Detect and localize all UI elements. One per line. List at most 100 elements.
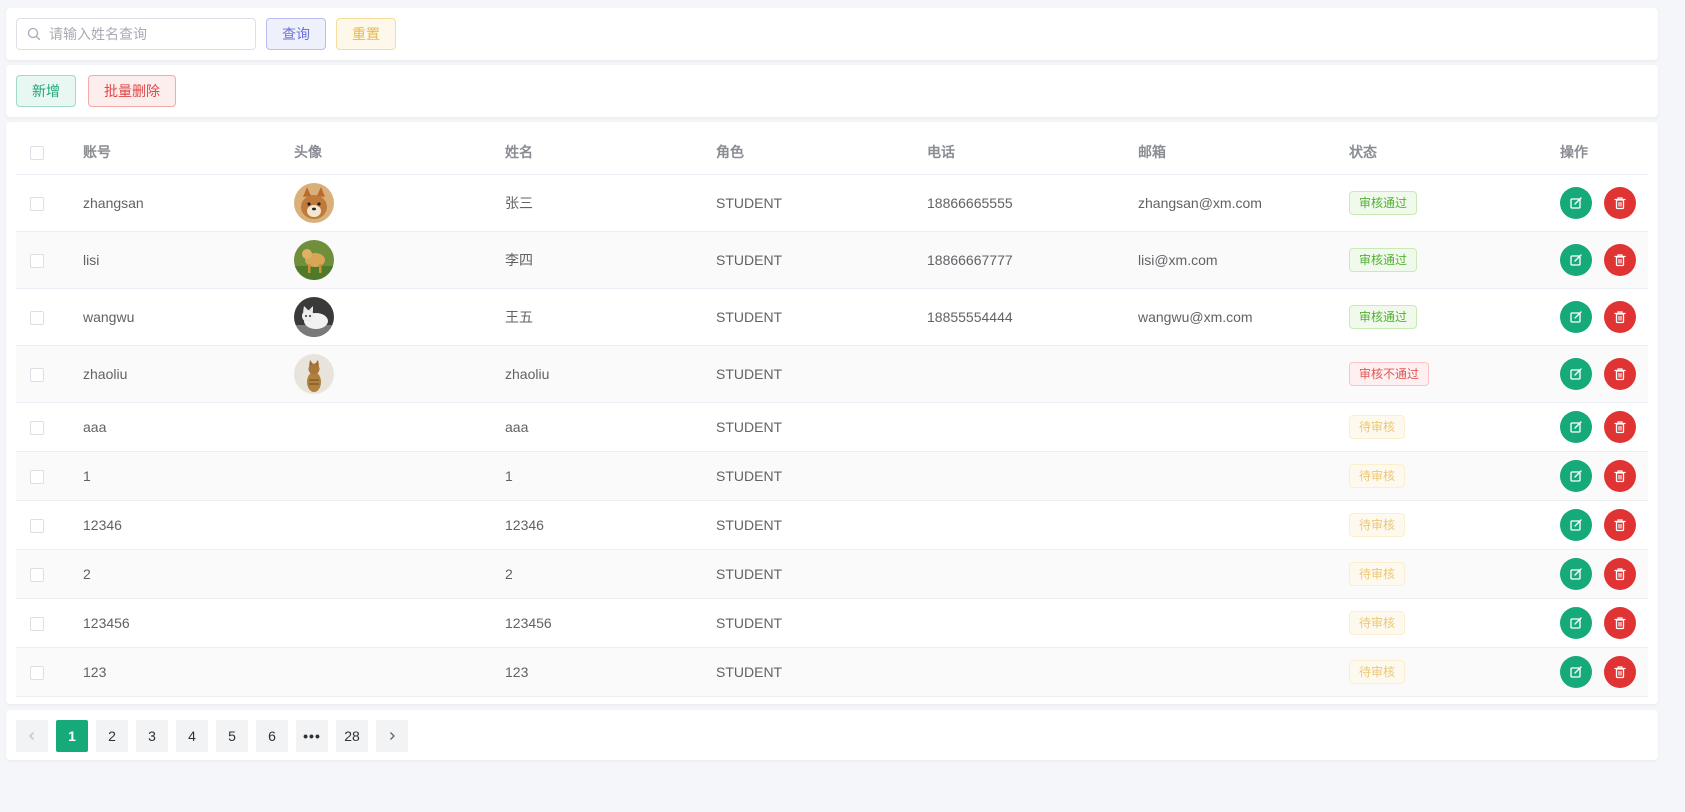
row-checkbox[interactable] [30, 253, 44, 268]
delete-button[interactable] [1604, 459, 1636, 492]
trash-icon [1613, 567, 1627, 581]
cell-status: 待审核 [1349, 549, 1560, 599]
more-pages-button[interactable]: ••• [296, 720, 328, 752]
table-row[interactable]: 123 123 STUDENT 待审核 [16, 647, 1648, 697]
cell-status: 待审核 [1349, 500, 1560, 550]
row-checkbox[interactable] [30, 196, 44, 211]
edit-button[interactable] [1560, 557, 1592, 590]
bulk-delete-button[interactable]: 批量删除 [88, 75, 176, 107]
search-input[interactable] [49, 26, 239, 42]
trash-icon [1613, 196, 1627, 210]
edit-button[interactable] [1560, 357, 1592, 390]
delete-button[interactable] [1604, 300, 1636, 333]
cell-name: aaa [505, 402, 716, 452]
table-row[interactable]: 12346 12346 STUDENT 待审核 [16, 500, 1648, 550]
edit-button[interactable] [1560, 300, 1592, 333]
next-page-button[interactable] [376, 720, 408, 752]
table-row[interactable]: 1 1 STUDENT 待审核 [16, 451, 1648, 501]
delete-button[interactable] [1604, 357, 1636, 390]
cell-status: 审核通过 [1349, 288, 1560, 346]
delete-button[interactable] [1604, 243, 1636, 276]
cell-role: STUDENT [716, 402, 927, 452]
prev-page-button[interactable] [16, 720, 48, 752]
status-badge: 待审核 [1349, 512, 1406, 537]
cell-status: 审核不通过 [1349, 345, 1560, 403]
delete-button[interactable] [1604, 557, 1636, 590]
cell-account: zhaoliu [83, 345, 294, 403]
query-button[interactable]: 查询 [266, 18, 326, 50]
header-name: 姓名 [505, 130, 716, 175]
cell-phone [927, 451, 1138, 501]
cell-name: 李四 [505, 231, 716, 289]
cell-account: 123456 [83, 598, 294, 648]
delete-button[interactable] [1604, 508, 1636, 541]
delete-button[interactable] [1604, 410, 1636, 443]
table-row[interactable]: zhangsan 张三 STUDENT 18866665555 zhangsan@xm.… [16, 174, 1648, 232]
table-row[interactable]: 2 2 STUDENT 待审核 [16, 549, 1648, 599]
row-checkbox[interactable] [30, 567, 44, 582]
cell-phone: 18866667777 [927, 231, 1138, 289]
user-table: 账号 头像 姓名 角色 电话 邮箱 状态 操作 zhangsan 张三 STUDEN… [16, 130, 1648, 697]
status-badge: 审核通过 [1349, 247, 1418, 272]
edit-icon [1569, 253, 1583, 267]
table-row[interactable]: aaa aaa STUDENT 待审核 [16, 402, 1648, 452]
table-row[interactable]: 123456 123456 STUDENT 待审核 [16, 598, 1648, 648]
trash-icon [1613, 420, 1627, 434]
page-5-button[interactable]: 5 [216, 720, 248, 752]
edit-button[interactable] [1560, 655, 1592, 688]
cell-phone [927, 549, 1138, 599]
edit-button[interactable] [1560, 186, 1592, 219]
search-input-wrapper[interactable] [16, 18, 256, 50]
row-checkbox[interactable] [30, 665, 44, 680]
cell-name: 2 [505, 549, 716, 599]
reset-button[interactable]: 重置 [336, 18, 396, 50]
edit-button[interactable] [1560, 606, 1592, 639]
edit-icon [1569, 469, 1583, 483]
edit-icon [1569, 518, 1583, 532]
page-3-button[interactable]: 3 [136, 720, 168, 752]
cell-email [1138, 647, 1349, 697]
cell-email [1138, 402, 1349, 452]
cell-email: lisi@xm.com [1138, 231, 1349, 289]
edit-button[interactable] [1560, 459, 1592, 492]
page-2-button[interactable]: 2 [96, 720, 128, 752]
delete-button[interactable] [1604, 606, 1636, 639]
cell-phone [927, 500, 1138, 550]
delete-button[interactable] [1604, 186, 1636, 219]
edit-button[interactable] [1560, 508, 1592, 541]
row-checkbox[interactable] [30, 616, 44, 631]
cell-status: 审核通过 [1349, 231, 1560, 289]
row-checkbox[interactable] [30, 469, 44, 484]
cell-name: 王五 [505, 288, 716, 346]
trash-icon [1613, 253, 1627, 267]
cell-phone [927, 402, 1138, 452]
page-6-button[interactable]: 6 [256, 720, 288, 752]
page-last-button[interactable]: 28 [336, 720, 368, 752]
edit-icon [1569, 367, 1583, 381]
cell-name: 1 [505, 451, 716, 501]
cell-ops [1560, 174, 1648, 232]
table-row[interactable]: lisi 李四 STUDENT 18866667777 lisi@xm.com 审核通过 [16, 231, 1648, 289]
search-icon [27, 27, 41, 41]
cell-phone [927, 345, 1138, 403]
pagination-bar: 1 2 3 4 5 6 ••• 28 [6, 710, 1658, 760]
delete-button[interactable] [1604, 655, 1636, 688]
add-button[interactable]: 新增 [16, 75, 76, 107]
page-4-button[interactable]: 4 [176, 720, 208, 752]
status-badge: 待审核 [1349, 561, 1406, 586]
cell-email [1138, 500, 1349, 550]
row-checkbox[interactable] [30, 420, 44, 435]
cell-ops [1560, 647, 1648, 697]
edit-button[interactable] [1560, 410, 1592, 443]
select-all-checkbox[interactable] [30, 145, 44, 160]
edit-icon [1569, 616, 1583, 630]
table-row[interactable]: zhaoliu zhaoliu STUDENT 审核不通过 [16, 345, 1648, 403]
page-1-button[interactable]: 1 [56, 720, 88, 752]
cell-email [1138, 549, 1349, 599]
row-checkbox[interactable] [30, 310, 44, 325]
edit-button[interactable] [1560, 243, 1592, 276]
cell-avatar [294, 174, 505, 232]
row-checkbox[interactable] [30, 367, 44, 382]
row-checkbox[interactable] [30, 518, 44, 533]
table-row[interactable]: wangwu 王五 STUDENT 18855554444 wangwu@xm.com 审… [16, 288, 1648, 346]
